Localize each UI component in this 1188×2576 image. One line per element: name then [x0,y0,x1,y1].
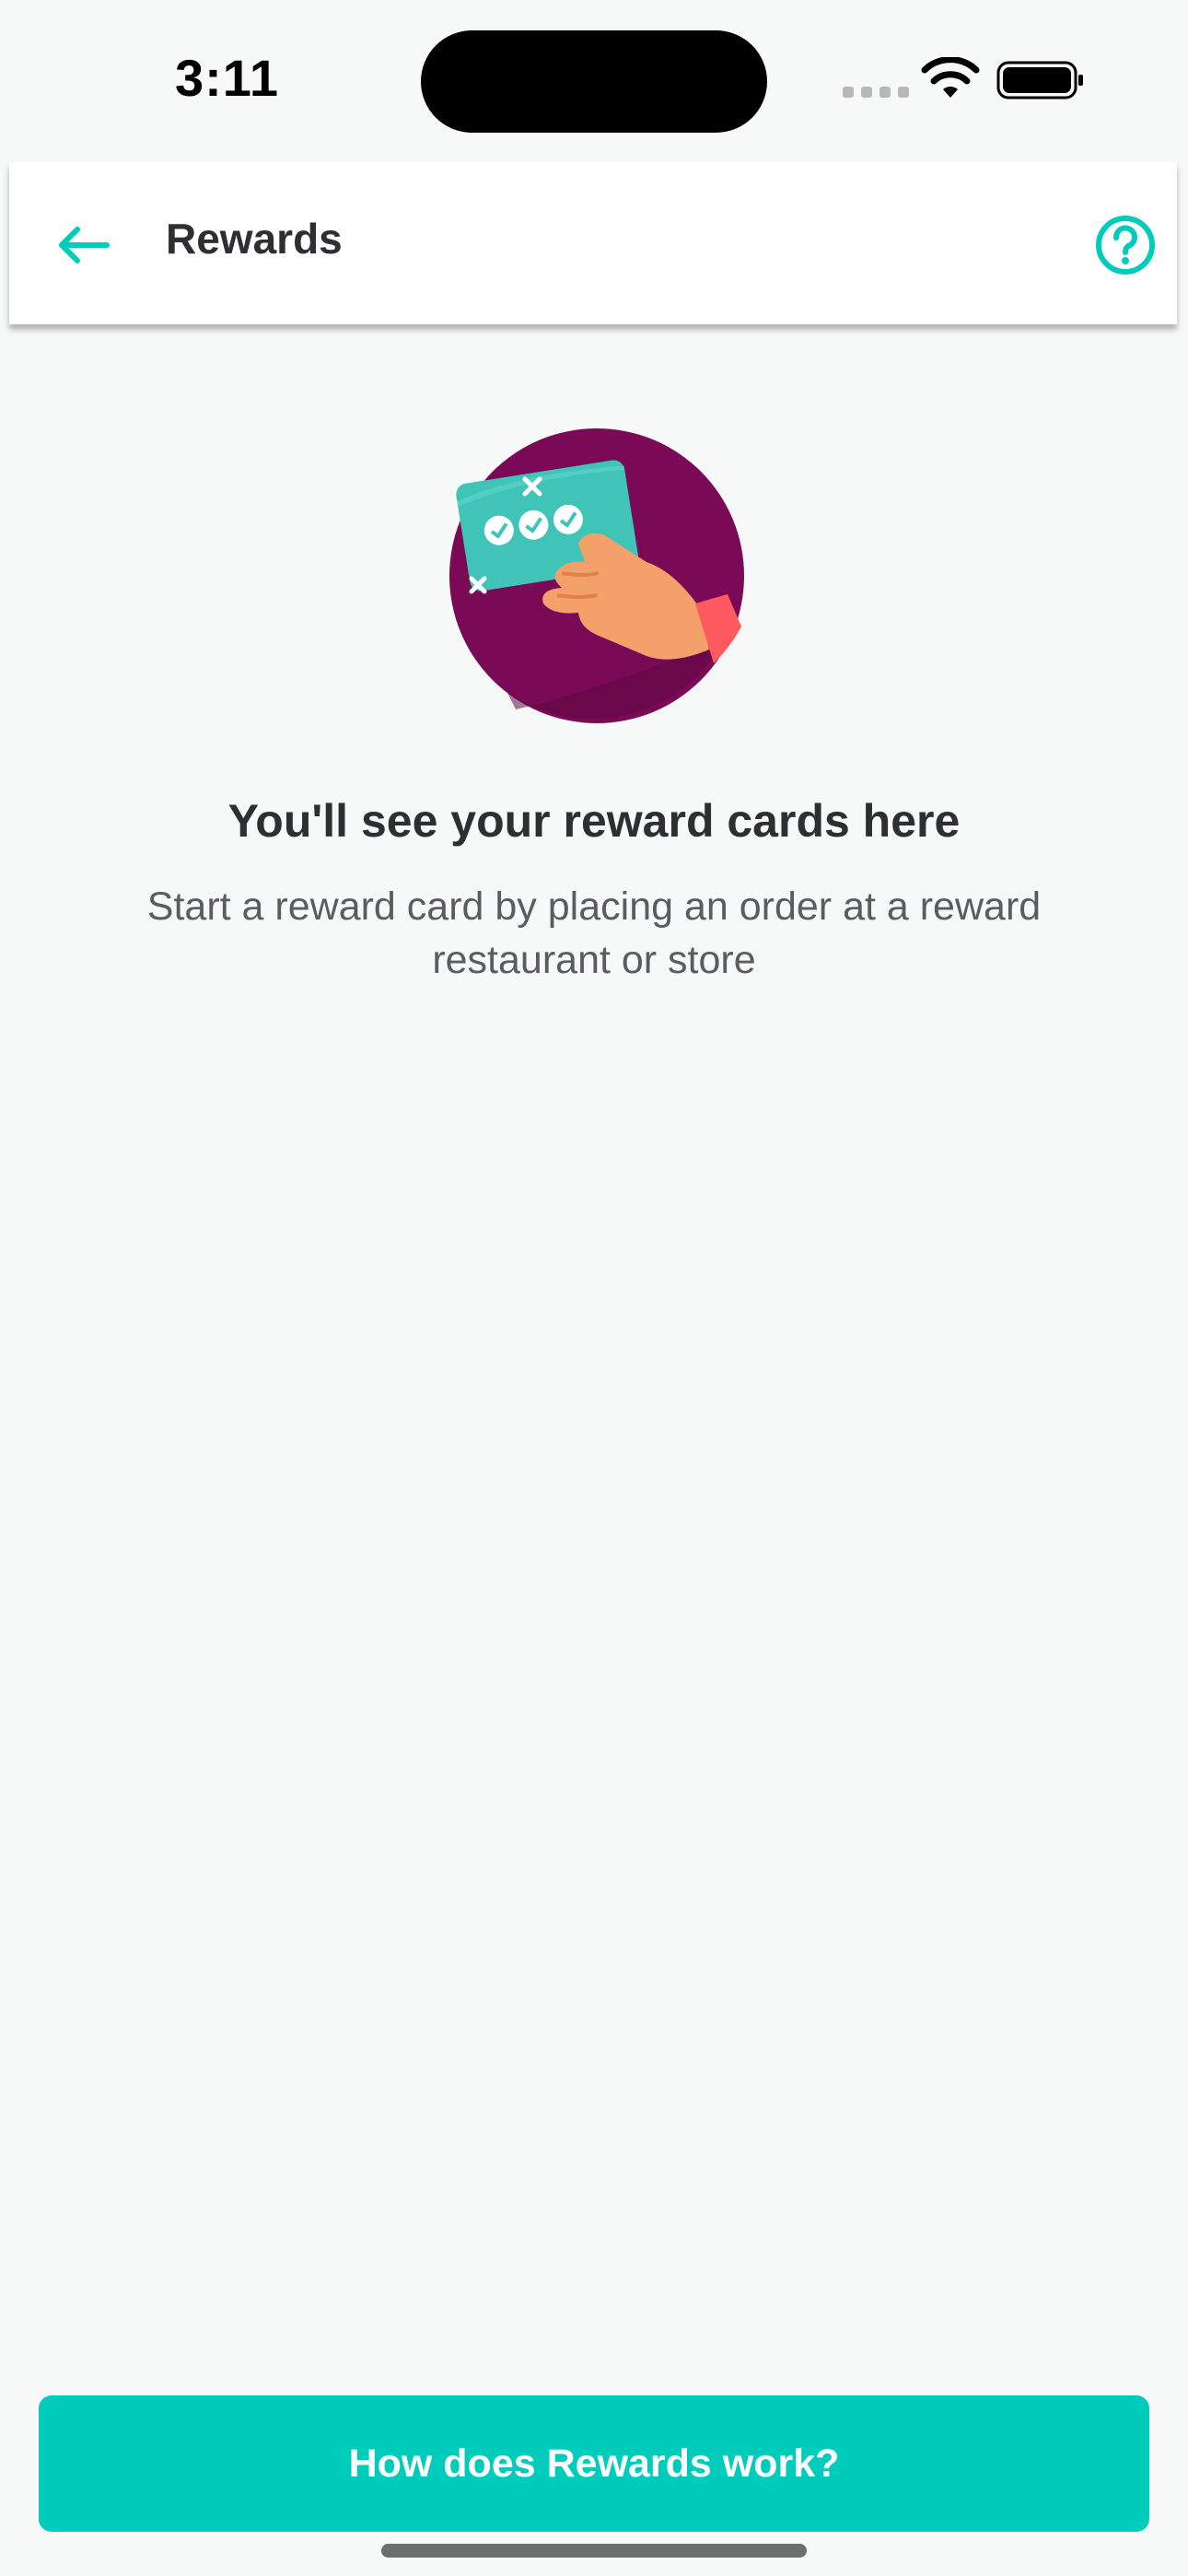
home-indicator [381,2544,807,2558]
reward-card-illustration [449,428,744,723]
page-title: Rewards [166,215,343,263]
status-bar: 3:11 [0,0,1188,162]
help-button[interactable] [1089,208,1162,282]
top-app-bar: Rewards [9,162,1177,324]
battery-icon [996,61,1083,100]
cellular-signal-icon [843,87,909,98]
empty-state-subtitle: Start a reward card by placing an order … [146,884,1042,982]
how-rewards-work-button[interactable]: How does Rewards work? [39,2395,1149,2532]
dynamic-island [421,30,767,133]
arrow-left-icon [59,227,110,263]
status-time: 3:11 [175,49,279,107]
question-circle-icon [1096,216,1155,275]
wifi-icon [921,57,980,98]
empty-state-title: You'll see your reward cards here [227,795,961,847]
back-button[interactable] [46,208,120,282]
